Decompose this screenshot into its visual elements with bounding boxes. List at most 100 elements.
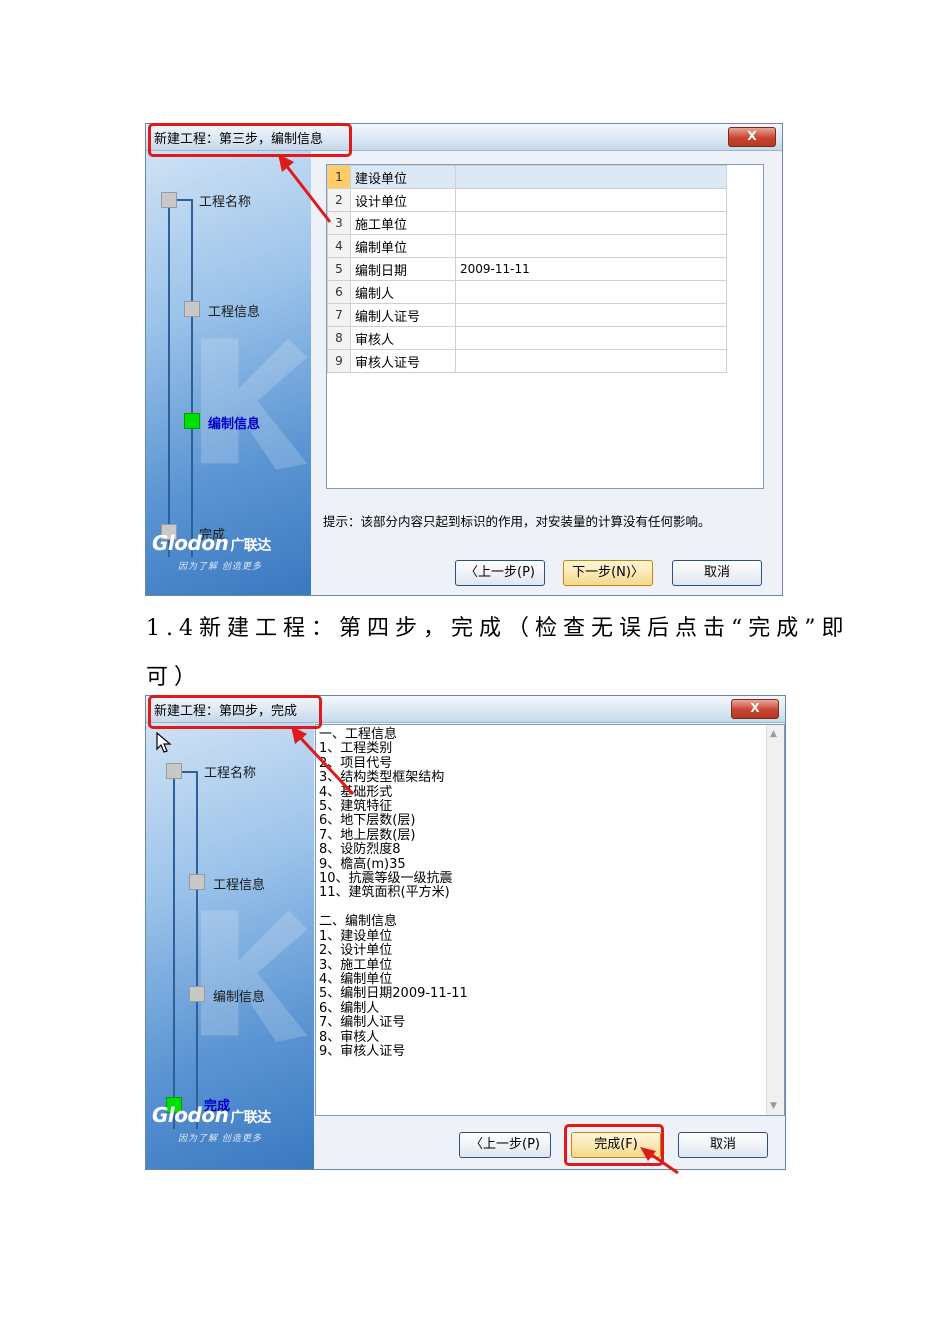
table-row[interactable]: 7 编制人证号 — [327, 303, 727, 327]
table-row[interactable]: 1 建设单位 — [327, 165, 727, 189]
summary-line: 7、编制人证号 — [319, 1015, 406, 1031]
watermark-logo-icon — [201, 338, 308, 470]
hint-text: 提示：该部分内容只起到标识的作用，对安装量的计算没有任何影响。 — [323, 514, 711, 529]
caption-line-2: 可） — [146, 665, 203, 690]
step-label: 工程信息 — [208, 305, 261, 320]
scroll-down-icon[interactable]: ▼ — [770, 1101, 777, 1111]
summary-line: 11、建筑面积(平方米) — [319, 885, 450, 901]
field-value-input[interactable] — [455, 349, 727, 373]
field-label: 设计单位 — [350, 188, 456, 212]
mouse-cursor-icon — [156, 732, 172, 753]
field-value-input[interactable] — [455, 303, 727, 327]
table-row[interactable]: 6 编制人 — [327, 280, 727, 304]
table-row[interactable]: 8 审核人 — [327, 326, 727, 350]
row-number: 8 — [327, 326, 351, 350]
summary-line: 2、项目代号 — [319, 755, 393, 771]
field-label: 施工单位 — [350, 211, 456, 235]
table-row[interactable]: 9 审核人证号 — [327, 349, 727, 373]
step-indicator — [184, 301, 200, 317]
info-grid: 1 建设单位 2 设计单位 3 施工单位 4 编制单位 5 编制日期 2009-11-11 6 编制人 7… — [326, 164, 764, 489]
field-label: 编制人证号 — [350, 303, 456, 327]
field-value-input[interactable] — [455, 280, 727, 304]
row-number: 5 — [327, 257, 351, 281]
summary-line: 5、建筑特征 — [319, 799, 393, 815]
step-indicator — [189, 874, 205, 890]
table-row[interactable]: 4 编制单位 — [327, 234, 727, 258]
summary-line: 4、基础形式 — [319, 784, 393, 800]
step-label: 工程名称 — [204, 766, 257, 781]
close-button[interactable]: X — [728, 127, 776, 147]
summary-box: 一、工程信息 1、工程类别 2、项目代号 3、结构类型框架结构 4、基础形式 5、建筑特征… — [315, 724, 785, 1116]
info-table: 1 建设单位 2 设计单位 3 施工单位 4 编制单位 5 编制日期 2009-11-11 6 编制人 7… — [327, 165, 727, 373]
field-label: 编制人 — [350, 280, 456, 304]
dialog-step4: 新建工程：第四步，完成 X 工程名称 工程信息 编制信息 完成 Glodon 广联… — [145, 695, 786, 1170]
summary-line: 6、地下层数(层) — [319, 813, 416, 829]
next-button[interactable]: 下一步(N)〉 — [563, 560, 653, 586]
scroll-up-icon[interactable]: ▲ — [770, 729, 777, 739]
dialog-step3: 新建工程：第三步，编制信息 X 工程名称 工程信息 编制信息 完成 Glodon… — [145, 123, 783, 596]
step-indicator — [189, 986, 205, 1002]
summary-line: 5、编制日期2009-11-11 — [319, 986, 468, 1002]
step-connector — [173, 771, 175, 1129]
table-row[interactable]: 5 编制日期 2009-11-11 — [327, 257, 727, 281]
step-label: 工程信息 — [213, 878, 266, 893]
arrow-icon — [291, 726, 355, 796]
step-connector — [196, 771, 198, 1129]
field-value-input[interactable] — [455, 326, 727, 350]
brand-slogan: 因为了解 创造更多 — [178, 1134, 262, 1144]
summary-line: 3、结构类型框架结构 — [319, 770, 445, 786]
field-value-input[interactable] — [455, 234, 727, 258]
row-number: 4 — [327, 234, 351, 258]
summary-line: 1、建设单位 — [319, 928, 393, 944]
cancel-button[interactable]: 取消 — [678, 1132, 768, 1158]
brand-slogan: 因为了解 创造更多 — [178, 562, 262, 572]
close-button[interactable]: X — [731, 699, 779, 719]
summary-line: 2、设计单位 — [319, 943, 393, 959]
brand-name: 广联达 — [230, 538, 271, 554]
step-indicator — [166, 763, 182, 779]
step-connector — [168, 199, 170, 557]
watermark-logo-icon — [201, 910, 308, 1042]
arrow-icon — [278, 154, 332, 223]
field-label: 审核人 — [350, 326, 456, 350]
field-label: 编制日期 — [350, 257, 456, 281]
field-value-input[interactable] — [455, 165, 727, 189]
table-row[interactable]: 3 施工单位 — [327, 211, 727, 235]
summary-line: 3、施工单位 — [319, 957, 393, 973]
field-value-input[interactable] — [455, 211, 727, 235]
glodon-logo: Glodon 广联达 — [152, 1103, 271, 1127]
step-label-active: 编制信息 — [208, 417, 261, 432]
row-number: 9 — [327, 349, 351, 373]
summary-line: 9、审核人证号 — [319, 1043, 406, 1059]
cancel-button[interactable]: 取消 — [672, 560, 762, 586]
summary-line: 1、工程类别 — [319, 741, 393, 757]
prev-button[interactable]: 〈上一步(P) — [455, 560, 545, 586]
summary-line: 二、编制信息 — [319, 914, 398, 930]
table-row[interactable]: 2 设计单位 — [327, 188, 727, 212]
row-number: 6 — [327, 280, 351, 304]
field-value-input[interactable] — [455, 188, 727, 212]
logo-text: Glodon — [152, 531, 229, 555]
summary-line: 9、檐高(m)35 — [319, 856, 406, 872]
field-label: 审核人证号 — [350, 349, 456, 373]
row-number: 7 — [327, 303, 351, 327]
summary-line: 8、审核人 — [319, 1029, 380, 1045]
step-indicator-active — [184, 413, 200, 429]
summary-line: 6、编制人 — [319, 1000, 380, 1016]
step-label: 工程名称 — [199, 195, 252, 210]
logo-text: Glodon — [152, 1103, 229, 1127]
field-label: 建设单位 — [350, 165, 456, 189]
step-connector — [191, 199, 193, 557]
glodon-logo: Glodon 广联达 — [152, 531, 271, 555]
step-indicator — [161, 192, 177, 208]
summary-line: 8、设防烈度8 — [319, 842, 401, 858]
summary-text: 一、工程信息 1、工程类别 2、项目代号 3、结构类型框架结构 4、基础形式 5、建筑特征… — [316, 725, 784, 1059]
scrollbar[interactable]: ▲ ▼ — [766, 725, 784, 1115]
field-label: 编制单位 — [350, 234, 456, 258]
summary-line: 4、编制单位 — [319, 971, 393, 987]
caption-line-1: 1.4新建工程：第四步，完成（检查无误后点击“完成”即 — [146, 616, 850, 641]
prev-button[interactable]: 〈上一步(P) — [459, 1132, 551, 1158]
arrow-icon — [640, 1147, 679, 1175]
step-label: 编制信息 — [213, 990, 266, 1005]
field-value-input[interactable]: 2009-11-11 — [455, 257, 727, 281]
